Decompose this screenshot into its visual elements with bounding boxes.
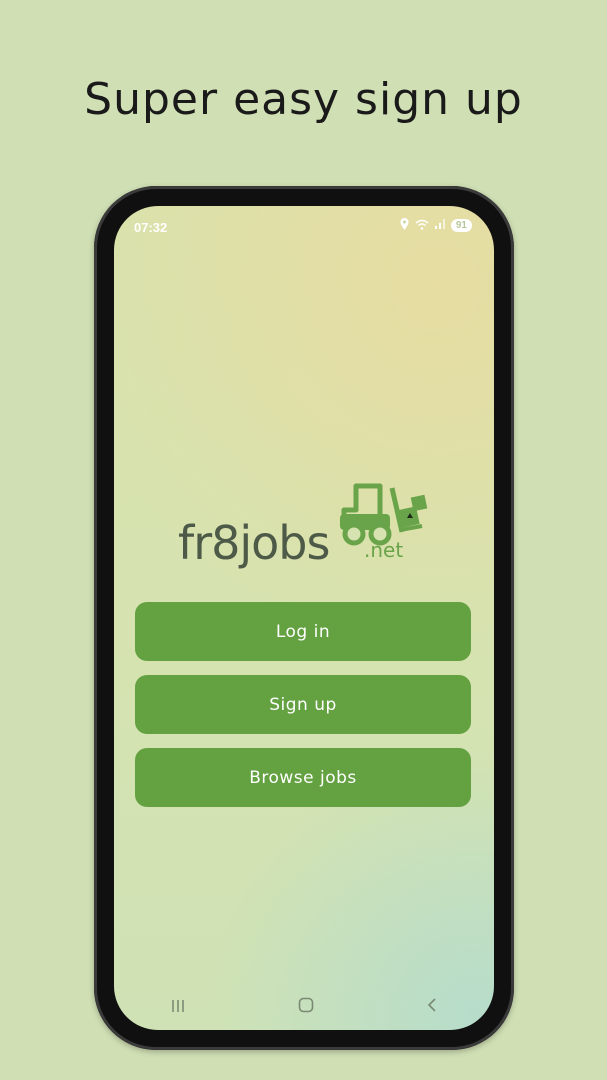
signal-icon (434, 219, 445, 232)
android-nav-bar (114, 992, 494, 1022)
signup-button[interactable]: Sign up (135, 675, 471, 734)
logo-suffix: .net (364, 538, 404, 562)
location-icon (400, 218, 409, 233)
app-screen: 07:32 91 fr8jobs .net Log in Sign up Bro… (114, 206, 494, 1030)
wifi-icon (415, 219, 429, 233)
logo-wordmark: fr8jobs (178, 516, 330, 570)
recent-apps-icon[interactable] (170, 998, 186, 1017)
status-time: 07:32 (134, 220, 168, 235)
battery-indicator: 91 (450, 219, 472, 232)
back-icon[interactable] (426, 997, 438, 1017)
login-button[interactable]: Log in (135, 602, 471, 661)
status-icons: 91 (400, 218, 472, 233)
promo-headline: Super easy sign up (84, 74, 523, 125)
home-icon[interactable] (298, 997, 314, 1017)
fr8jobs-logo: fr8jobs .net (176, 482, 436, 574)
phone-frame: 07:32 91 fr8jobs .net Log in Sign up Bro… (94, 186, 514, 1050)
browse-jobs-button[interactable]: Browse jobs (135, 748, 471, 807)
